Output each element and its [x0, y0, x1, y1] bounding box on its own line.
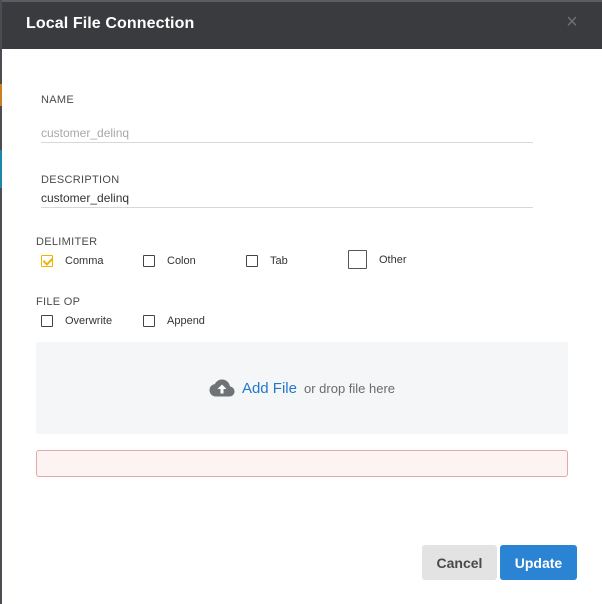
- delimiter-other-option[interactable]: Other: [348, 250, 407, 269]
- file-op-append-option[interactable]: Append: [143, 315, 205, 327]
- comma-label: Comma: [65, 255, 104, 267]
- append-label: Append: [167, 315, 205, 327]
- dialog-title: Local File Connection: [26, 15, 195, 32]
- tab-label: Tab: [270, 255, 288, 267]
- local-file-connection-dialog: Local File Connection × NAME DESCRIPTION…: [2, 2, 602, 604]
- description-input[interactable]: [41, 188, 533, 208]
- file-op-label: FILE OP: [36, 296, 81, 308]
- delimiter-colon-option[interactable]: Colon: [143, 255, 196, 267]
- overwrite-checkbox[interactable]: [41, 315, 53, 327]
- colon-checkbox[interactable]: [143, 255, 155, 267]
- tab-checkbox[interactable]: [246, 255, 258, 267]
- cancel-button[interactable]: Cancel: [422, 545, 497, 580]
- delimiter-tab-option[interactable]: Tab: [246, 255, 288, 267]
- comma-checkbox[interactable]: [41, 255, 53, 267]
- name-input[interactable]: [41, 123, 533, 143]
- other-checkbox[interactable]: [348, 250, 367, 269]
- cloud-upload-icon: [209, 379, 235, 397]
- add-file-link[interactable]: Add File: [242, 380, 297, 397]
- colon-label: Colon: [167, 255, 196, 267]
- description-label: DESCRIPTION: [41, 174, 120, 186]
- drop-hint: or drop file here: [303, 380, 396, 396]
- dialog-header: Local File Connection ×: [2, 2, 602, 49]
- delimiter-comma-option[interactable]: Comma: [41, 255, 104, 267]
- close-icon[interactable]: ×: [564, 12, 580, 32]
- error-message-box: [36, 450, 568, 477]
- update-button[interactable]: Update: [500, 545, 577, 580]
- file-op-overwrite-option[interactable]: Overwrite: [41, 315, 112, 327]
- other-label: Other: [379, 253, 407, 266]
- overwrite-label: Overwrite: [65, 315, 113, 327]
- append-checkbox[interactable]: [143, 315, 155, 327]
- name-label: NAME: [41, 94, 74, 106]
- delimiter-label: DELIMITER: [36, 236, 98, 248]
- file-dropzone[interactable]: Add File or drop file here: [36, 342, 568, 434]
